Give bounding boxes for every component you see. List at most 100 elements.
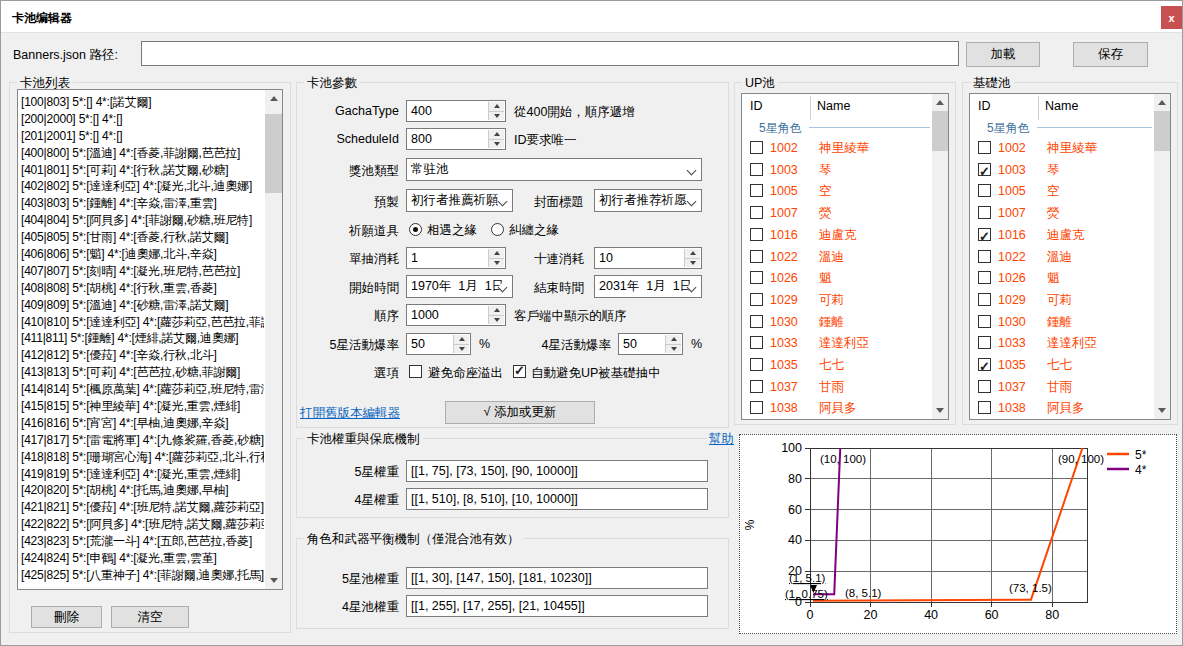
order-input[interactable]: 1000 [406, 304, 506, 326]
schedule-id-input[interactable]: 800 [406, 128, 506, 150]
row-checkbox[interactable] [978, 163, 991, 176]
option-checkbox-2[interactable] [513, 365, 526, 378]
ten-cost-input[interactable]: 10 [594, 247, 702, 269]
row-checkbox[interactable] [750, 141, 763, 154]
row-checkbox[interactable] [750, 336, 763, 349]
list-item[interactable]: [408|808] 5*:[胡桃] 4*:[行秋,重雲,香菱] [18, 280, 264, 297]
w4-input[interactable]: [[1, 510], [8, 510], [10, 10000]] [406, 488, 708, 510]
radio-intertwined[interactable] [491, 223, 504, 236]
list-item[interactable]: [422|822] 5*:[阿貝多] 4*:[班尼特,諾艾爾,蘿莎莉亞] [18, 516, 264, 533]
row-checkbox[interactable] [750, 315, 763, 328]
radio-encounter[interactable] [409, 223, 422, 236]
row-checkbox[interactable] [978, 141, 991, 154]
list-item[interactable]: [412|812] 5*:[優菈] 4*:[辛焱,行秋,北斗] [18, 347, 264, 364]
scroll-up-icon[interactable] [932, 94, 948, 111]
end-time-picker[interactable]: 2031年 1月 1日 [594, 275, 702, 298]
pool-list-scrollbar[interactable] [265, 90, 282, 589]
p4-input[interactable]: [[1, 255], [17, 255], [21, 10455]] [406, 595, 708, 617]
list-item[interactable]: [411|811] 5*:[鍾離] 4*:[煙緋,諾艾爾,迪奧娜] [18, 330, 264, 347]
clear-button[interactable]: 清空 [111, 606, 189, 628]
row-checkbox[interactable] [978, 315, 991, 328]
single-cost-input[interactable]: 1 [406, 247, 506, 269]
p5-input[interactable]: [[1, 30], [147, 150], [181, 10230]] [406, 567, 708, 589]
row-checkbox[interactable] [978, 336, 991, 349]
base-pool-scrollbar[interactable] [1154, 94, 1170, 419]
row-checkbox[interactable] [978, 293, 991, 306]
preset-select[interactable]: 初行者推薦祈願 [406, 189, 513, 212]
row-checkbox[interactable] [750, 250, 763, 263]
row-checkbox[interactable] [750, 358, 763, 371]
row-checkbox[interactable] [978, 271, 991, 284]
row-checkbox[interactable] [978, 250, 991, 263]
close-button[interactable]: x [1161, 6, 1182, 29]
list-item[interactable]: [421|821] 5*:[優菈] 4*:[班尼特,諾艾爾,蘿莎莉亞] [18, 499, 264, 516]
order-spinner[interactable] [488, 306, 504, 324]
row-checkbox[interactable] [750, 228, 763, 241]
add-update-button[interactable]: √ 添加或更新 [445, 401, 595, 424]
scroll-down-icon[interactable] [932, 402, 948, 419]
row-checkbox[interactable] [978, 206, 991, 219]
path-input[interactable] [141, 41, 959, 66]
list-item[interactable]: [420|820] 5*:[胡桃] 4*:[托馬,迪奧娜,早柚] [18, 482, 264, 499]
scroll-up-icon[interactable] [265, 90, 282, 107]
list-item[interactable]: [100|803] 5*:[] 4*:[諾艾爾] [18, 94, 264, 111]
single-cost-spinner[interactable] [488, 249, 504, 267]
up-pool-scrollbar[interactable] [932, 94, 948, 419]
row-checkbox[interactable] [750, 293, 763, 306]
gacha-type-spinner[interactable] [488, 102, 504, 120]
list-item[interactable]: [403|803] 5*:[鍾離] 4*:[辛焱,雷澤,重雲] [18, 195, 264, 212]
help-link[interactable]: 幫助 [707, 431, 736, 448]
list-item[interactable]: [400|800] 5*:[溫迪] 4*:[香菱,菲謝爾,芭芭拉] [18, 145, 264, 162]
w5-input[interactable]: [[1, 75], [73, 150], [90, 10000]] [406, 460, 708, 482]
row-checkbox[interactable] [750, 163, 763, 176]
rate5-spinner[interactable] [453, 335, 469, 353]
list-item[interactable]: [418|818] 5*:[珊瑚宮心海] 4*:[蘿莎莉亞,北斗,行秋] [18, 449, 264, 466]
list-item[interactable]: [419|819] 5*:[達達利亞] 4*:[凝光,重雲,煙緋] [18, 466, 264, 483]
list-item[interactable]: [200|2000] 5*:[] 4*:[] [18, 111, 264, 128]
pool-listbox[interactable]: [100|803] 5*:[] 4*:[諾艾爾][200|2000] 5*:[]… [17, 89, 283, 590]
list-item[interactable]: [401|801] 5*:[可莉] 4*:[行秋,諾艾爾,砂糖] [18, 162, 264, 179]
up-pool-table[interactable]: ID Name 5星角色 1002神里綾華1003琴1005空1007熒1016… [741, 93, 949, 420]
list-item[interactable]: [406|806] 5*:[魈] 4*:[迪奧娜,北斗,辛焱] [18, 246, 264, 263]
list-item[interactable]: [410|810] 5*:[達達利亞] 4*:[蘿莎莉亞,芭芭拉,菲謝爾] [18, 314, 264, 331]
scroll-down-icon[interactable] [1154, 402, 1170, 419]
list-item[interactable]: [201|2001] 5*:[] 4*:[] [18, 128, 264, 145]
rate4-spinner[interactable] [665, 335, 681, 353]
list-item[interactable]: [423|823] 5*:[荒瀧一斗] 4*:[五郎,芭芭拉,香菱] [18, 533, 264, 550]
list-item[interactable]: [409|809] 5*:[溫迪] 4*:[砂糖,雷澤,諾艾爾] [18, 297, 264, 314]
list-item[interactable]: [414|814] 5*:[楓原萬葉] 4*:[蘿莎莉亞,班尼特,雷澤] [18, 381, 264, 398]
row-checkbox[interactable] [978, 358, 991, 371]
row-checkbox[interactable] [750, 401, 763, 414]
row-checkbox[interactable] [978, 228, 991, 241]
list-item[interactable]: [407|807] 5*:[刻晴] 4*:[凝光,班尼特,芭芭拉] [18, 263, 264, 280]
rate4-input[interactable]: 50 [618, 333, 683, 355]
scrollbar-thumb[interactable] [265, 114, 282, 193]
row-checkbox[interactable] [978, 380, 991, 393]
list-item[interactable]: [415|815] 5*:[神里綾華] 4*:[凝光,重雲,煙緋] [18, 398, 264, 415]
scrollbar-thumb[interactable] [1154, 111, 1170, 151]
delete-button[interactable]: 刪除 [31, 606, 102, 628]
row-checkbox[interactable] [750, 184, 763, 197]
list-item[interactable]: [416|816] 5*:[宵宮] 4*:[早柚,迪奧娜,辛焱] [18, 415, 264, 432]
pool-type-select[interactable]: 常驻池 [406, 158, 702, 181]
option-checkbox-1[interactable] [409, 365, 422, 378]
row-checkbox[interactable] [750, 380, 763, 393]
load-button[interactable]: 加載 [966, 42, 1040, 67]
row-checkbox[interactable] [978, 401, 991, 414]
scroll-down-icon[interactable] [265, 572, 282, 589]
list-item[interactable]: [404|804] 5*:[阿貝多] 4*:[菲謝爾,砂糖,班尼特] [18, 212, 264, 229]
save-button[interactable]: 保存 [1073, 42, 1148, 67]
scrollbar-thumb[interactable] [932, 111, 948, 151]
ten-cost-spinner[interactable] [684, 249, 700, 267]
rate5-input[interactable]: 50 [406, 333, 471, 355]
list-item[interactable]: [424|824] 5*:[申鶴] 4*:[凝光,重雲,雲堇] [18, 550, 264, 567]
base-pool-table[interactable]: ID Name 5星角色 1002神里綾華1003琴1005空1007熒1016… [969, 93, 1171, 420]
list-item[interactable]: [413|813] 5*:[可莉] 4*:[芭芭拉,砂糖,菲謝爾] [18, 364, 264, 381]
list-item[interactable]: [425|825] 5*:[八重神子] 4*:[菲謝爾,迪奧娜,托馬] [18, 567, 264, 584]
list-item[interactable]: [405|805] 5*:[甘雨] 4*:[香菱,行秋,諾艾爾] [18, 229, 264, 246]
list-item[interactable]: [402|802] 5*:[達達利亞] 4*:[凝光,北斗,迪奧娜] [18, 178, 264, 195]
schedule-id-spinner[interactable] [488, 130, 504, 148]
gacha-type-input[interactable]: 400 [406, 100, 506, 122]
row-checkbox[interactable] [978, 184, 991, 197]
old-editor-link[interactable]: 打開舊版本編輯器 [300, 405, 400, 422]
